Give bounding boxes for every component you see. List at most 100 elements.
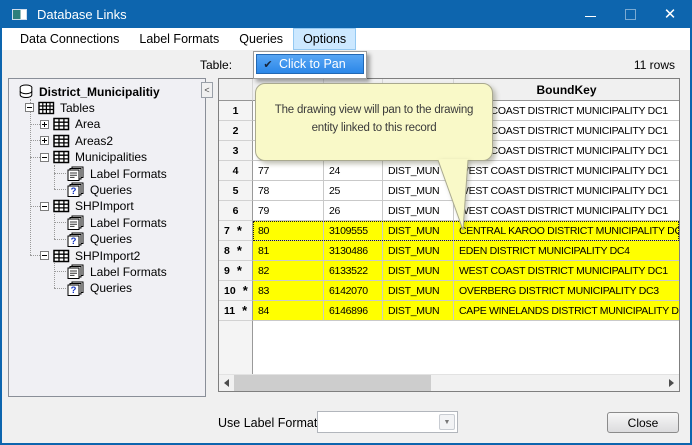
tree-item-district-municipalitiy[interactable]: District_Municipalitiy bbox=[9, 83, 205, 100]
table-cell[interactable]: 81 bbox=[253, 241, 324, 261]
row-header[interactable]: 3 bbox=[219, 141, 253, 161]
collapse-minus-icon[interactable] bbox=[40, 153, 49, 162]
label-formats-icon bbox=[67, 166, 85, 181]
tree-panel: District_MunicipalitiyTablesAreaAreas2Mu… bbox=[8, 78, 206, 397]
close-button[interactable]: Close bbox=[607, 412, 679, 433]
table-cell[interactable]: 3130486 bbox=[324, 241, 383, 261]
table-cell[interactable]: DIST_MUN bbox=[383, 261, 454, 281]
table-cell[interactable]: CAPE WINELANDS DISTRICT MUNICIPALITY DC bbox=[454, 301, 679, 321]
table-cell[interactable]: 77 bbox=[253, 161, 324, 181]
tree-item-queries[interactable]: ?Queries bbox=[9, 231, 205, 248]
chevron-left-icon: < bbox=[204, 85, 209, 95]
tree-item-label-formats[interactable]: Label Formats bbox=[9, 263, 205, 280]
row-header[interactable]: 10* bbox=[219, 281, 253, 301]
combo-dropdown-button[interactable]: ▼ bbox=[439, 414, 455, 430]
table-cell[interactable]: WEST COAST DISTRICT MUNICIPALITY DC1 bbox=[454, 201, 679, 221]
row-header[interactable]: 2 bbox=[219, 121, 253, 141]
table-row[interactable]: 10*836142070DIST_MUNOVERBERG DISTRICT MU… bbox=[219, 281, 679, 301]
table-icon bbox=[53, 117, 70, 131]
maximize-button bbox=[610, 0, 650, 28]
row-header[interactable]: 1 bbox=[219, 101, 253, 121]
label-formats-icon bbox=[67, 264, 85, 279]
table-row[interactable]: 11*846146896DIST_MUNCAPE WINELANDS DISTR… bbox=[219, 301, 679, 321]
table-cell[interactable]: 82 bbox=[253, 261, 324, 281]
tree-item-queries[interactable]: ?Queries bbox=[9, 280, 205, 297]
menu-item-click-to-pan[interactable]: ✔ Click to Pan bbox=[256, 54, 364, 74]
label-format-combobox[interactable]: ▼ bbox=[317, 411, 458, 433]
menu-queries[interactable]: Queries bbox=[229, 28, 293, 50]
table-cell[interactable]: 3109555 bbox=[324, 221, 383, 241]
table-cell[interactable]: EDEN DISTRICT MUNICIPALITY DC4 bbox=[454, 241, 679, 261]
tree-item-queries[interactable]: ?Queries bbox=[9, 181, 205, 198]
table-cell[interactable]: 83 bbox=[253, 281, 324, 301]
scroll-left-button[interactable] bbox=[219, 375, 234, 391]
use-label-format-label: Use Label Format: bbox=[218, 416, 321, 430]
table-cell[interactable]: WEST COAST DISTRICT MUNICIPALITY DC1 bbox=[454, 261, 679, 281]
table-cell[interactable]: 26 bbox=[324, 201, 383, 221]
row-header[interactable]: 7* bbox=[219, 221, 253, 241]
row-number: 3 bbox=[233, 145, 239, 157]
table-label: Table: bbox=[200, 58, 232, 72]
database-icon bbox=[18, 84, 34, 99]
tree-item-shpimport2[interactable]: SHPImport2 bbox=[9, 247, 205, 264]
collapse-tree-button[interactable]: < bbox=[201, 82, 213, 98]
table-icon bbox=[53, 150, 70, 164]
row-number: 6 bbox=[233, 205, 239, 217]
close-window-button[interactable]: ✕ bbox=[650, 0, 690, 28]
linked-record-star: * bbox=[243, 286, 248, 296]
table-cell[interactable]: DIST_MUN bbox=[383, 281, 454, 301]
row-header[interactable]: 6 bbox=[219, 201, 253, 221]
row-header[interactable]: 8* bbox=[219, 241, 253, 261]
close-icon: ✕ bbox=[664, 7, 677, 22]
expand-plus-icon[interactable] bbox=[40, 136, 49, 145]
collapse-minus-icon[interactable] bbox=[40, 251, 49, 260]
table-cell[interactable]: WEST COAST DISTRICT MUNICIPALITY DC1 bbox=[454, 161, 679, 181]
row-header[interactable]: 11* bbox=[219, 301, 253, 321]
tree-item-areas2[interactable]: Areas2 bbox=[9, 132, 205, 149]
table-cell[interactable]: OVERBERG DISTRICT MUNICIPALITY DC3 bbox=[454, 281, 679, 301]
tree-item-municipalities[interactable]: Municipalities bbox=[9, 149, 205, 166]
table-cell[interactable]: 6133522 bbox=[324, 261, 383, 281]
collapse-minus-icon[interactable] bbox=[25, 103, 34, 112]
table-cell[interactable]: 78 bbox=[253, 181, 324, 201]
horizontal-scrollbar[interactable] bbox=[219, 374, 679, 391]
table-cell[interactable]: 6146896 bbox=[324, 301, 383, 321]
tree-item-label: Queries bbox=[90, 281, 132, 295]
column-header[interactable] bbox=[219, 79, 253, 101]
row-header[interactable]: 9* bbox=[219, 261, 253, 281]
collapse-minus-icon[interactable] bbox=[40, 202, 49, 211]
table-cell[interactable]: 80 bbox=[253, 221, 324, 241]
table-cell[interactable]: 79 bbox=[253, 201, 324, 221]
tree-item-label: Municipalities bbox=[75, 150, 147, 164]
table-cell[interactable]: 24 bbox=[324, 161, 383, 181]
table-cell[interactable]: 6142070 bbox=[324, 281, 383, 301]
tree-item-label: SHPImport2 bbox=[75, 249, 140, 263]
scrollbar-thumb[interactable] bbox=[234, 375, 431, 391]
table-row[interactable]: 9*826133522DIST_MUNWEST COAST DISTRICT M… bbox=[219, 261, 679, 281]
table-cell[interactable]: CENTRAL KAROO DISTRICT MUNICIPALITY DC bbox=[454, 221, 679, 241]
table-cell[interactable]: WEST COAST DISTRICT MUNICIPALITY DC1 bbox=[454, 181, 679, 201]
tree-item-label-formats[interactable]: Label Formats bbox=[9, 214, 205, 231]
table-row[interactable]: 8*813130486DIST_MUNEDEN DISTRICT MUNICIP… bbox=[219, 241, 679, 261]
minimize-button[interactable] bbox=[570, 0, 610, 28]
options-menu-popup: ✔ Click to Pan bbox=[253, 51, 367, 79]
expand-plus-icon[interactable] bbox=[40, 120, 49, 129]
menu-label-formats[interactable]: Label Formats bbox=[129, 28, 229, 50]
row-header[interactable]: 5 bbox=[219, 181, 253, 201]
tree-item-shpimport[interactable]: SHPImport bbox=[9, 198, 205, 215]
table-cell[interactable]: 25 bbox=[324, 181, 383, 201]
table-cell[interactable]: DIST_MUN bbox=[383, 301, 454, 321]
tree-item-area[interactable]: Area bbox=[9, 116, 205, 133]
titlebar[interactable]: Database Links ✕ bbox=[0, 0, 692, 28]
tree-item-tables[interactable]: Tables bbox=[9, 99, 205, 116]
table-cell[interactable]: 84 bbox=[253, 301, 324, 321]
menu-bar: Data ConnectionsLabel FormatsQueriesOpti… bbox=[2, 28, 690, 50]
tree-item-label-formats[interactable]: Label Formats bbox=[9, 165, 205, 182]
window-border-left bbox=[0, 28, 2, 445]
scroll-right-button[interactable] bbox=[664, 375, 679, 391]
menu-data-connections[interactable]: Data Connections bbox=[10, 28, 129, 50]
table-cell[interactable]: DIST_MUN bbox=[383, 241, 454, 261]
menu-options[interactable]: Options bbox=[293, 28, 356, 50]
row-header[interactable]: 4 bbox=[219, 161, 253, 181]
row-number: 1 bbox=[233, 105, 239, 117]
